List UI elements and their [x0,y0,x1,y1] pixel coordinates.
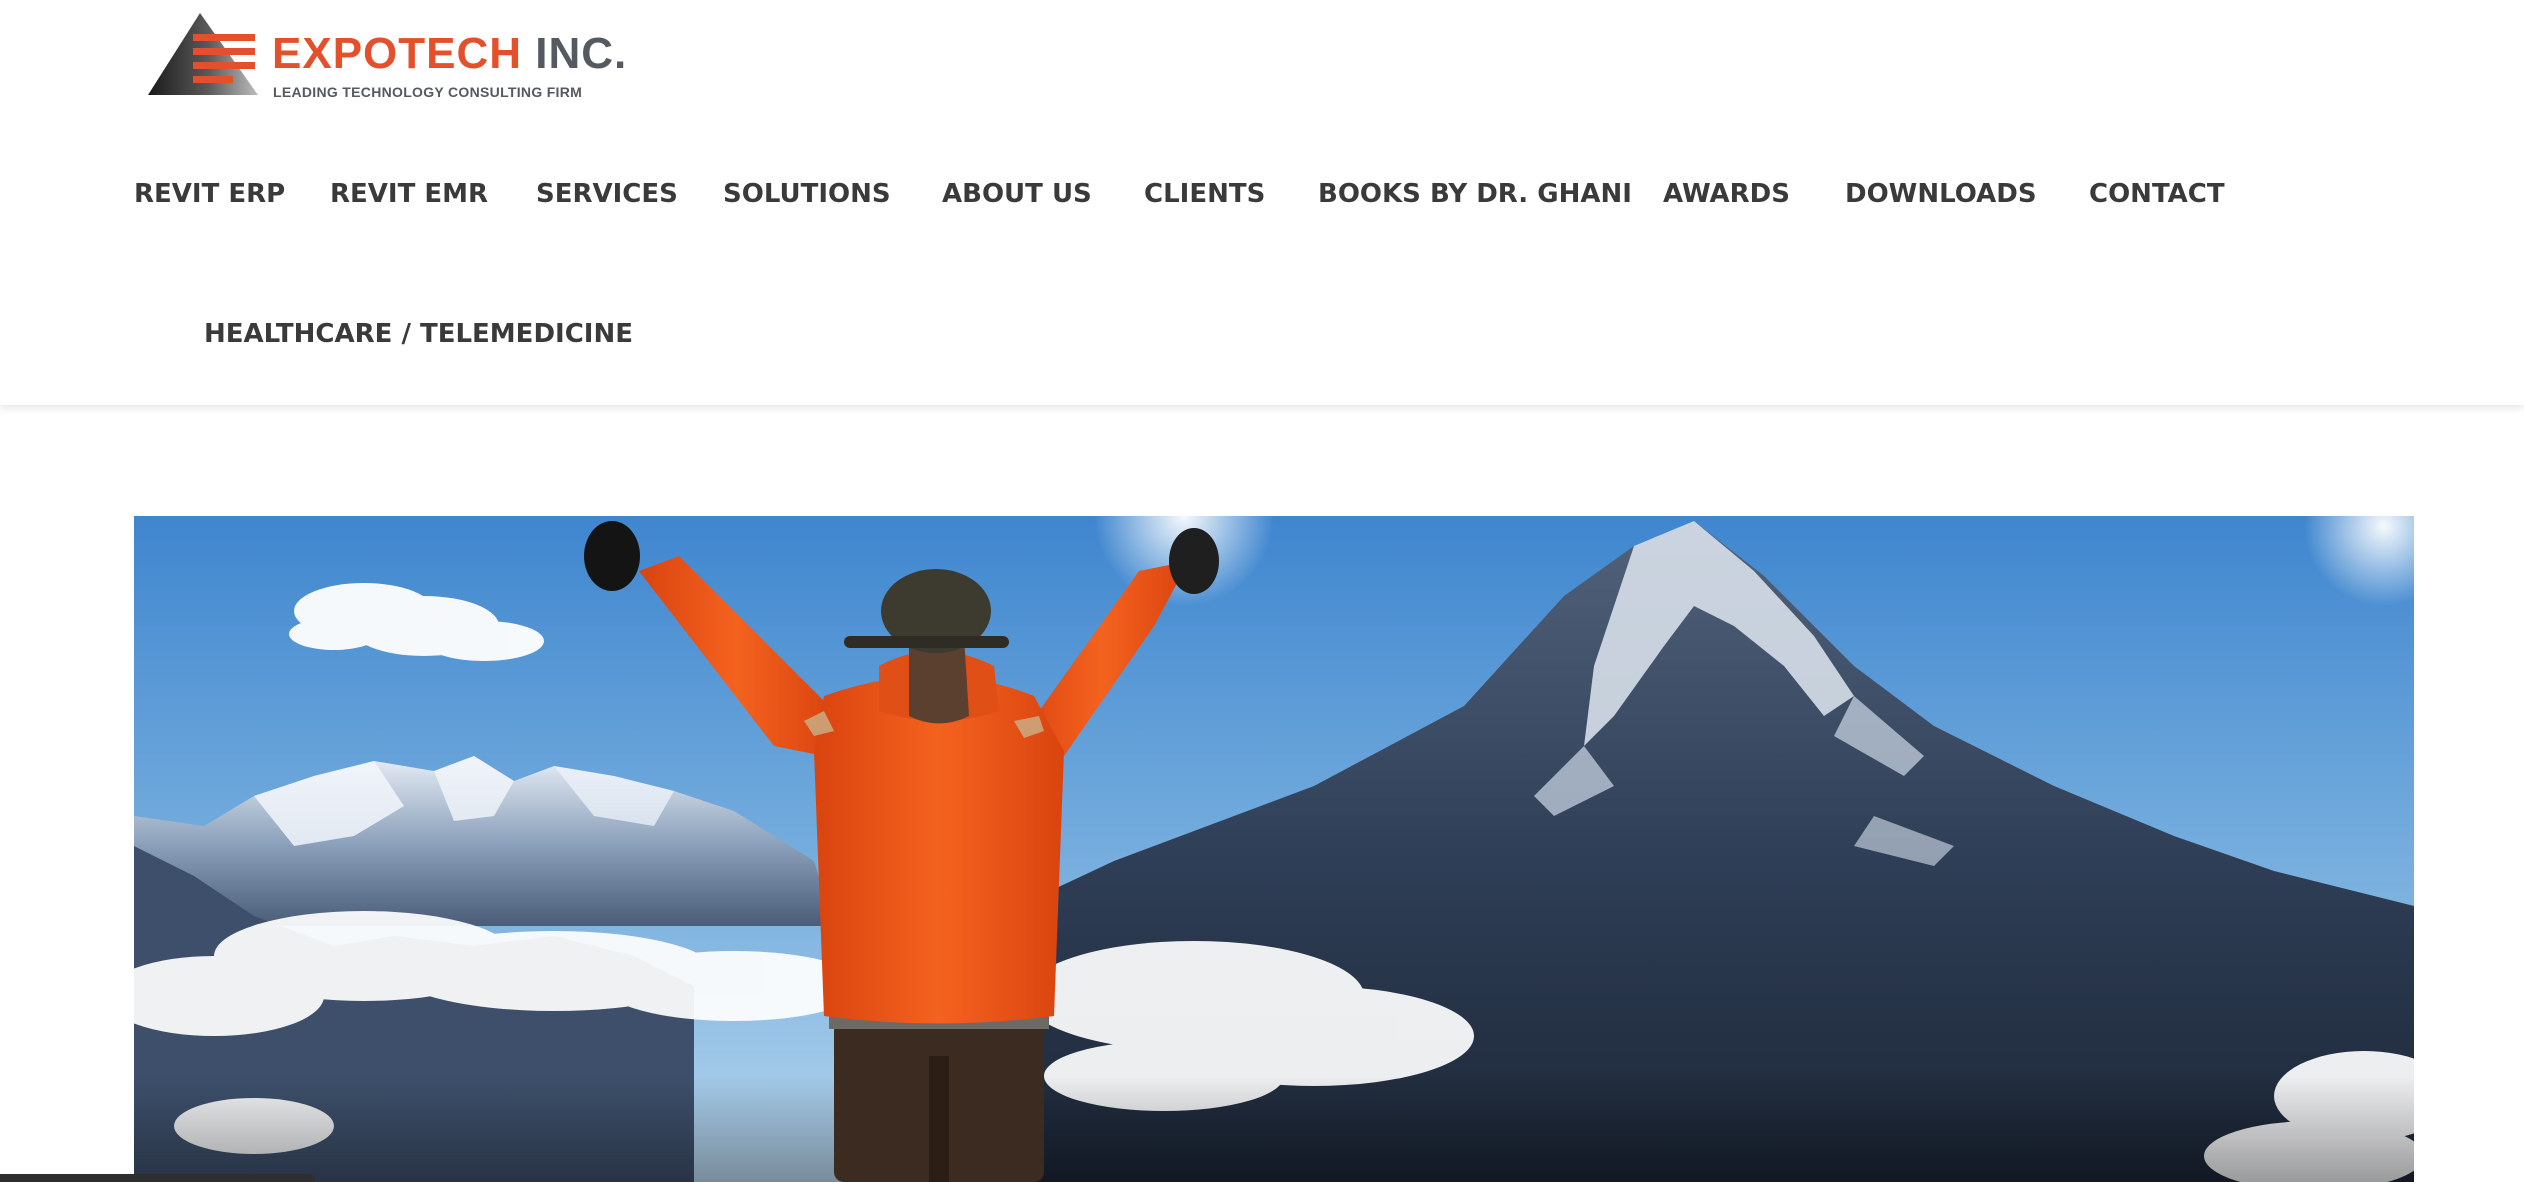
hero-banner [134,516,2414,1182]
nav-item-contact[interactable]: CONTACT [2089,179,2225,209]
nav-item-downloads[interactable]: DOWNLOADS [1845,179,2037,209]
nav-item-healthcare-telemedicine[interactable]: HEALTHCARE / TELEMEDICINE [204,319,633,349]
site-header: EXPOTECH INC. LEADING TECHNOLOGY CONSULT… [0,0,2524,405]
nav-item-revit-erp[interactable]: REVIT ERP [134,179,285,209]
nav-item-awards[interactable]: AWARDS [1663,179,1790,209]
hero-image [134,516,2414,1182]
nav-item-revit-emr[interactable]: REVIT EMR [330,179,488,209]
nav-item-solutions[interactable]: SOLUTIONS [723,179,891,209]
nav-item-books[interactable]: BOOKS BY DR. GHANI [1318,179,1632,209]
bottom-edge-bar [0,1174,315,1182]
nav-item-clients[interactable]: CLIENTS [1144,179,1265,209]
nav-item-about-us[interactable]: ABOUT US [942,179,1092,209]
main-nav: REVIT ERP REVIT EMR SERVICES SOLUTIONS A… [0,0,2524,405]
nav-item-services[interactable]: SERVICES [536,179,678,209]
